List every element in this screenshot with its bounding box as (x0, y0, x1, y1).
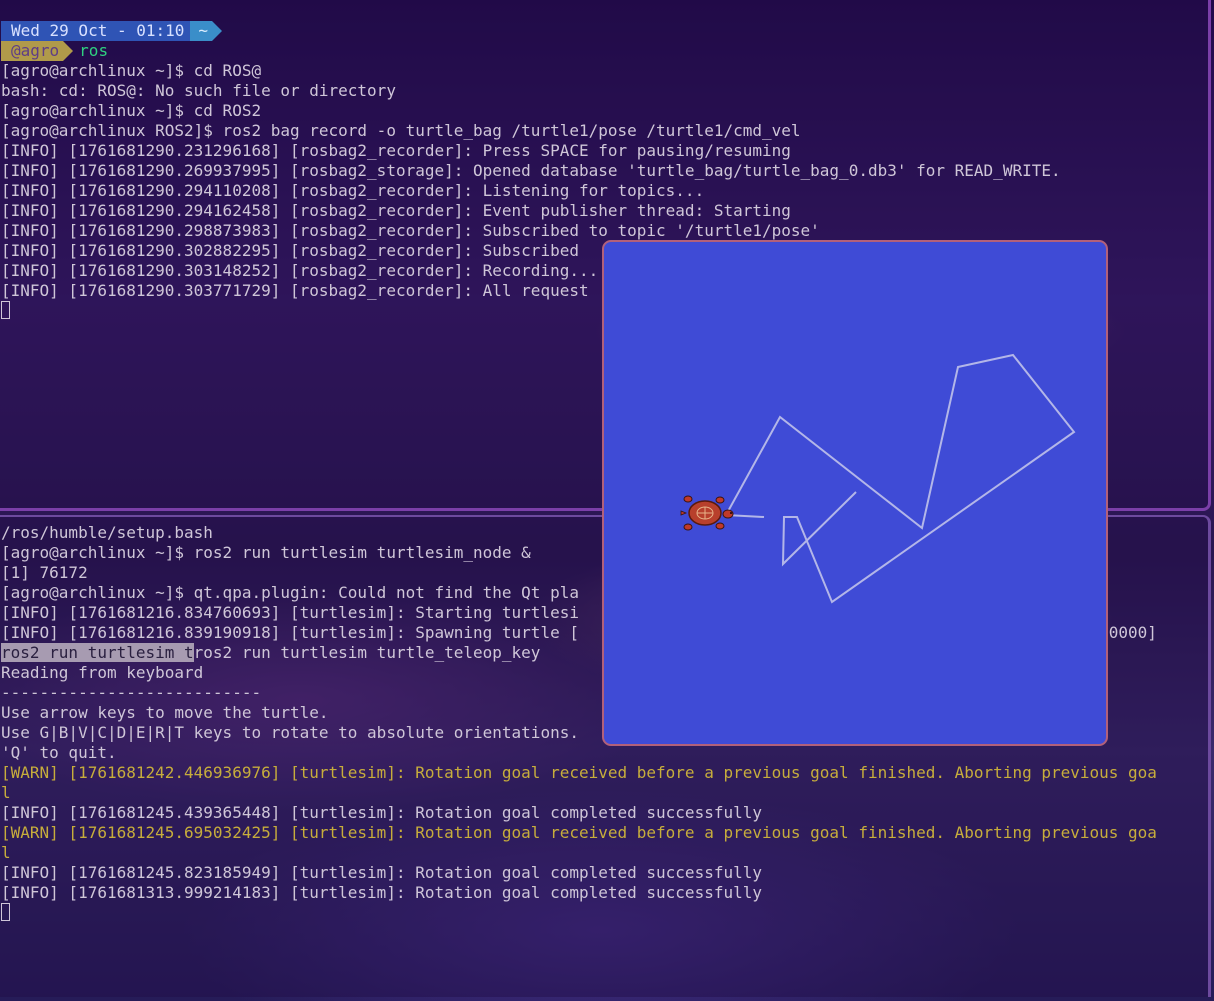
terminal-line: [INFO] [1761681290.269937995] [rosbag2_s… (1, 161, 1061, 180)
terminal-line: [agro@archlinux ~]$ cd ROS@ (1, 61, 262, 80)
prompt-dir: ros (79, 41, 109, 60)
prompt-date: Wed 29 Oct - 01:10 (1, 21, 191, 41)
terminal-line: [INFO] [1761681290.298873983] [rosbag2_r… (1, 221, 820, 240)
turtlesim-canvas (680, 353, 1076, 604)
log-line: [INFO] [1761681313.999214183] [turtlesim… (1, 883, 762, 902)
terminal-bottom-log: [WARN] [1761681242.446936976] [turtlesim… (1, 763, 1157, 903)
terminal-line: [INFO] [1761681290.294162458] [rosbag2_r… (1, 201, 791, 220)
selection-rest: ros2 run turtlesim turtle_teleop_key (193, 643, 541, 662)
prompt-status-bar: Wed 29 Oct - 01:10 ~ (1, 21, 1061, 41)
log-line: l (1, 783, 11, 802)
terminal-line: [INFO] [1761681290.294110208] [rosbag2_r… (1, 181, 705, 200)
text-cursor (1, 301, 10, 319)
terminal-line: [agro@archlinux ROS2]$ ros2 bag record -… (1, 121, 801, 140)
turtle-trail (725, 353, 1076, 604)
turtle-icon (680, 495, 734, 531)
prompt-user-arrow (63, 41, 74, 61)
terminal-line: [INFO] [1761681290.231296168] [rosbag2_r… (1, 141, 791, 160)
terminal-line: 'Q' to quit. (1, 743, 117, 762)
log-line: l (1, 843, 11, 862)
terminal-bottom-cursor-line (1, 903, 1157, 923)
prompt-home: ~ (190, 21, 213, 41)
terminal-line: bash: cd: ROS@: No such file or director… (1, 81, 396, 100)
log-line: [INFO] [1761681245.823185949] [turtlesim… (1, 863, 762, 882)
selected-text[interactable]: ros2 run turtlesim t (1, 643, 194, 662)
terminal-line: [agro@archlinux ~]$ cd ROS2 (1, 101, 262, 120)
prompt-home-arrow (212, 21, 223, 41)
prompt-user: @agro (1, 41, 64, 61)
log-line: [WARN] [1761681245.695032425] [turtlesim… (1, 823, 1157, 842)
prompt-user-bar: @agro ros (1, 41, 1061, 61)
turtlesim-window[interactable] (602, 240, 1108, 746)
text-cursor (1, 903, 10, 921)
log-line: [WARN] [1761681242.446936976] [turtlesim… (1, 763, 1157, 782)
log-line: [INFO] [1761681245.439365448] [turtlesim… (1, 803, 762, 822)
